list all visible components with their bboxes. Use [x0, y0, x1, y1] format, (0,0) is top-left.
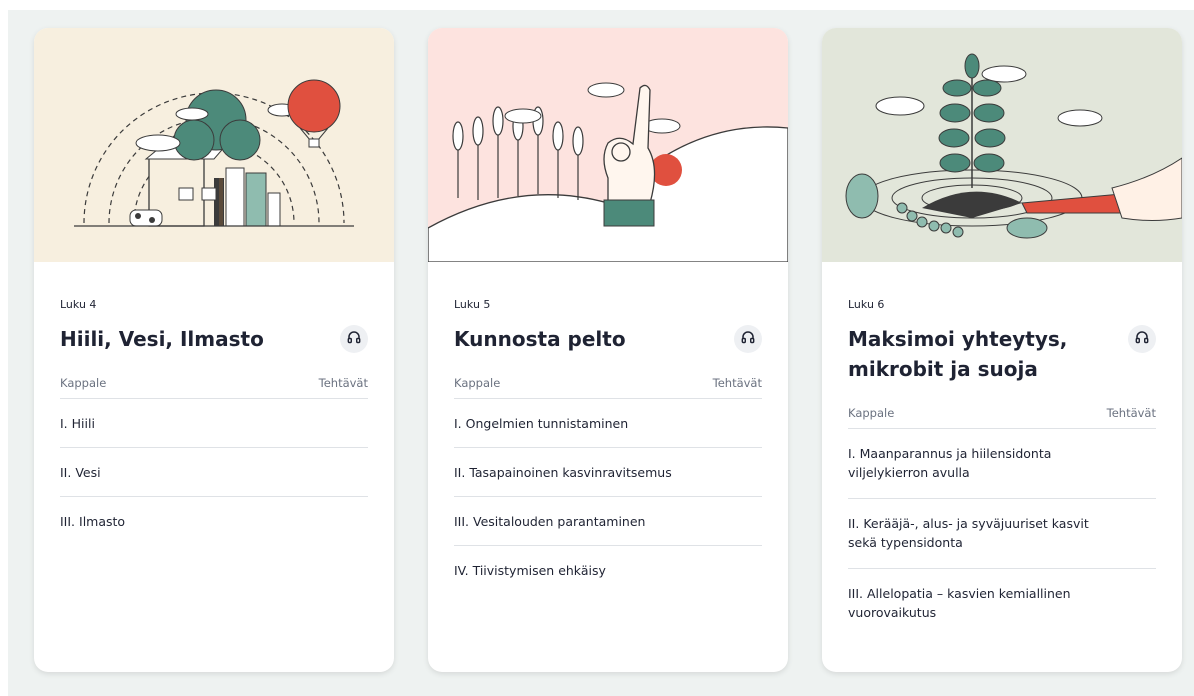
audio-button[interactable] [1128, 325, 1156, 353]
chapter-illustration-house-tree-balloon [34, 28, 394, 262]
column-header-tasks: Tehtävät [712, 376, 762, 390]
headphones-icon [1134, 329, 1150, 349]
column-header-section: Kappale [848, 406, 895, 420]
chapter-title[interactable]: Hiili, Vesi, Ilmasto [60, 324, 324, 354]
section-list: I. Ongelmien tunnistaminen II. Tasapaino… [454, 399, 762, 594]
chapter-label: Luku 4 [60, 298, 97, 311]
section-item[interactable]: III. Ilmasto [60, 497, 368, 545]
column-headers: Kappale Tehtävät [454, 376, 762, 399]
title-row: Hiili, Vesi, Ilmasto [60, 324, 368, 354]
column-header-section: Kappale [454, 376, 501, 390]
audio-button[interactable] [340, 325, 368, 353]
chapter-card-6[interactable]: Luku 6 Maksimoi yhteytys, mikrobit ja su… [822, 28, 1182, 672]
section-item[interactable]: I. Maanparannus ja hiilensidonta viljely… [848, 429, 1156, 499]
section-list: I. Hiili II. Vesi III. Ilmasto [60, 399, 368, 545]
chapter-title[interactable]: Kunnosta pelto [454, 324, 718, 354]
column-header-section: Kappale [60, 376, 107, 390]
chapter-label: Luku 5 [454, 298, 491, 311]
column-header-tasks: Tehtävät [1106, 406, 1156, 420]
chapter-illustration-wheat-field-ok-hand [428, 28, 788, 262]
title-row: Maksimoi yhteytys, mikrobit ja suoja [848, 324, 1156, 384]
card-body: Luku 5 Kunnosta pelto Kappale Tehtävät I… [454, 262, 762, 594]
section-item[interactable]: II. Vesi [60, 448, 368, 497]
card-body: Luku 6 Maksimoi yhteytys, mikrobit ja su… [848, 262, 1156, 638]
section-item[interactable]: III. Allelopatia – kasvien kemiallinen v… [848, 569, 1156, 638]
chapter-title[interactable]: Maksimoi yhteytys, mikrobit ja suoja [848, 324, 1112, 384]
section-item[interactable]: III. Vesitalouden parantaminen [454, 497, 762, 546]
section-item[interactable]: II. Kerääjä-, alus- ja syväjuuriset kasv… [848, 499, 1156, 569]
section-item[interactable]: I. Hiili [60, 399, 368, 448]
chapter-card-4[interactable]: Luku 4 Hiili, Vesi, Ilmasto Kappale Teht… [34, 28, 394, 672]
column-headers: Kappale Tehtävät [60, 376, 368, 399]
card-body: Luku 4 Hiili, Vesi, Ilmasto Kappale Teht… [60, 262, 368, 545]
section-list: I. Maanparannus ja hiilensidonta viljely… [848, 429, 1156, 638]
title-row: Kunnosta pelto [454, 324, 762, 354]
section-item[interactable]: I. Ongelmien tunnistaminen [454, 399, 762, 448]
audio-button[interactable] [734, 325, 762, 353]
page-background: Luku 4 Hiili, Vesi, Ilmasto Kappale Teht… [8, 10, 1194, 696]
chapter-card-5[interactable]: Luku 5 Kunnosta pelto Kappale Tehtävät I… [428, 28, 788, 672]
chapter-label: Luku 6 [848, 298, 885, 311]
column-header-tasks: Tehtävät [318, 376, 368, 390]
column-headers: Kappale Tehtävät [848, 406, 1156, 429]
section-item[interactable]: II. Tasapainoinen kasvinravitsemus [454, 448, 762, 497]
headphones-icon [346, 329, 362, 349]
headphones-icon [740, 329, 756, 349]
section-item[interactable]: IV. Tiivistymisen ehkäisy [454, 546, 762, 594]
chapter-illustration-plant-soil-trowel [822, 28, 1182, 262]
